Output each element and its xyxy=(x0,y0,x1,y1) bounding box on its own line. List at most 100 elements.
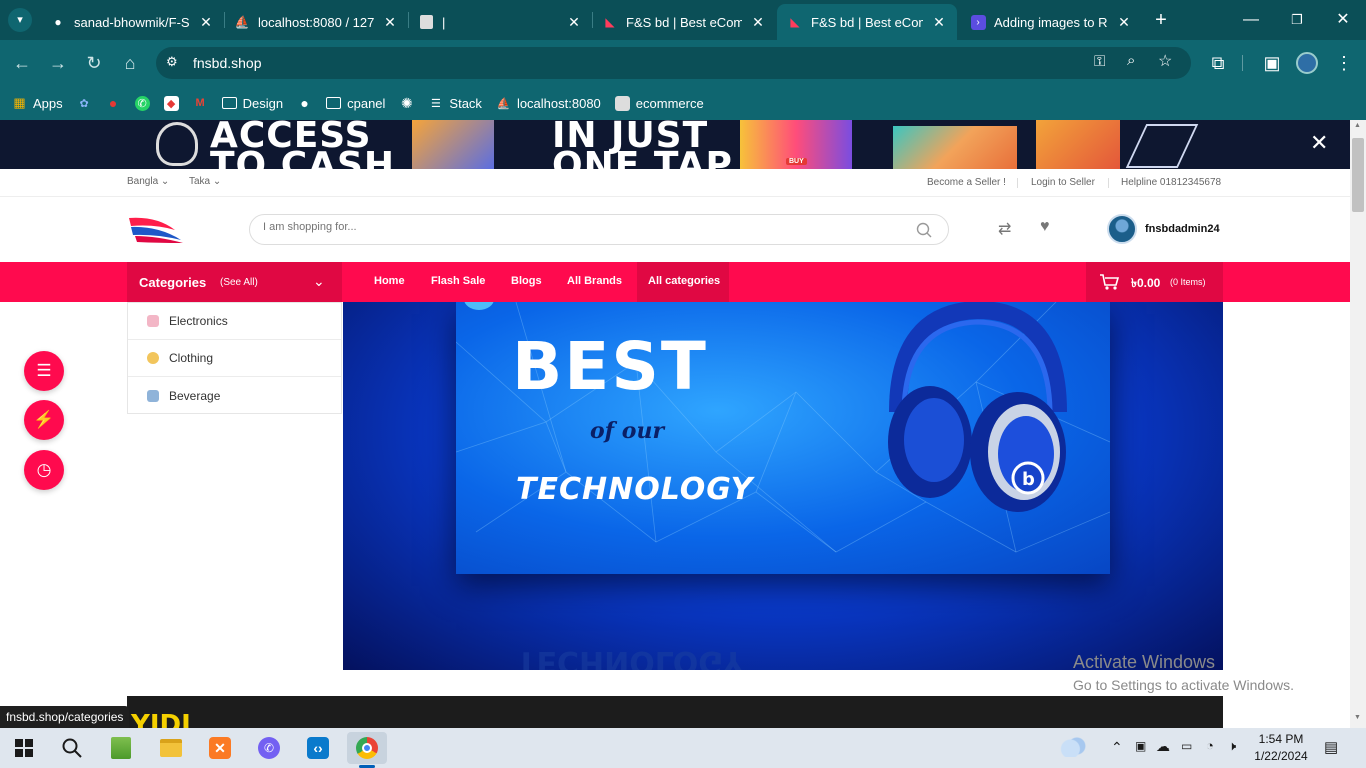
nav-link-flash-sale[interactable]: Flash Sale xyxy=(431,275,485,287)
site-info-icon[interactable]: ⚙ xyxy=(166,54,178,70)
scroll-down-arrow[interactable]: ▼ xyxy=(1354,714,1361,721)
fab-menu-button[interactable]: ☰ xyxy=(24,351,64,391)
new-tab-button[interactable]: + xyxy=(1149,8,1173,32)
cart-button[interactable]: ৳0.00 (0 Items) xyxy=(1086,262,1223,302)
browser-tab-active[interactable]: ◣ F&S bd | Best eComm ✕ xyxy=(777,4,957,40)
minimize-button[interactable]: — xyxy=(1239,8,1263,32)
bookmark-item[interactable]: M xyxy=(193,96,208,111)
nav-link-home[interactable]: Home xyxy=(374,275,405,287)
nav-link-label: All categories xyxy=(648,275,721,287)
fab-flash-button[interactable]: ⚡ xyxy=(24,400,64,440)
zoom-icon[interactable]: ⌕ xyxy=(1127,52,1135,69)
tab-close-icon[interactable]: ✕ xyxy=(750,14,766,31)
address-bar[interactable]: ⚙ fnsbd.shop ⚿ ⌕ ☆ xyxy=(156,47,1191,79)
bookmark-star-icon[interactable]: ☆ xyxy=(1158,51,1172,71)
browser-tab[interactable]: | ✕ xyxy=(408,4,592,40)
bookmark-item[interactable]: ● xyxy=(106,95,121,111)
side-panel-icon[interactable]: ▣ xyxy=(1258,49,1286,77)
home-button[interactable]: ⌂ xyxy=(116,49,144,77)
electronics-icon xyxy=(147,315,159,327)
bookmark-apps[interactable]: ▦ Apps xyxy=(12,95,62,111)
close-window-button[interactable]: ✕ xyxy=(1331,8,1355,32)
scroll-up-arrow[interactable]: ▲ xyxy=(1354,122,1361,129)
notification-center-icon[interactable]: ▤ xyxy=(1324,738,1338,756)
battery-icon[interactable]: ▭ xyxy=(1181,739,1192,753)
github-icon: ● xyxy=(300,95,309,111)
user-avatar[interactable] xyxy=(1107,214,1137,244)
currency-selector[interactable]: Taka ⌄ xyxy=(189,176,221,187)
taskbar-app-vscode[interactable]: ‹› xyxy=(298,732,338,764)
nav-link-blogs[interactable]: Blogs xyxy=(511,275,542,287)
tab-close-icon[interactable]: ✕ xyxy=(566,14,582,31)
tab-search-button[interactable]: ▾ xyxy=(8,8,32,32)
wifi-icon[interactable]: ◔ xyxy=(1206,738,1214,753)
profile-avatar[interactable] xyxy=(1296,52,1318,74)
tab-close-icon[interactable]: ✕ xyxy=(198,14,214,31)
start-button[interactable] xyxy=(4,732,44,764)
weather-cloud-icon[interactable] xyxy=(1060,737,1086,757)
nav-link-all-categories-active[interactable]: All categories xyxy=(637,262,729,302)
tab-close-icon[interactable]: ✕ xyxy=(931,14,947,31)
taskbar-app-xampp[interactable]: ✕ xyxy=(200,732,240,764)
tray-chevron-up-icon[interactable]: ⌃ xyxy=(1111,739,1123,756)
bookmark-item[interactable]: ✆ xyxy=(134,95,150,111)
restore-button[interactable]: ❐ xyxy=(1285,8,1309,32)
search-button[interactable] xyxy=(52,732,92,764)
windows-logo-icon xyxy=(15,739,33,757)
reload-button[interactable]: ↻ xyxy=(80,49,108,77)
wishlist-heart-icon[interactable]: ♥ xyxy=(1040,218,1050,236)
category-item-beverage[interactable]: Beverage xyxy=(128,377,341,414)
site-logo[interactable] xyxy=(127,216,185,244)
hero-banner[interactable]: BEST of our TECHNOLOGY b TECHNOLOGY xyxy=(343,302,1223,670)
browser-tab[interactable]: ⛵ localhost:8080 / 127.0 ✕ xyxy=(224,4,408,40)
categories-dropdown[interactable]: Categories (See All) ⌄ xyxy=(127,262,342,302)
bookmark-item[interactable]: ● xyxy=(297,95,312,111)
login-seller-link[interactable]: Login to Seller xyxy=(1031,177,1095,188)
bookmark-stack[interactable]: ☰ Stack xyxy=(428,96,482,111)
fab-history-button[interactable]: ◷ xyxy=(24,450,64,490)
browser-tab[interactable]: ◣ F&S bd | Best eComm ✕ xyxy=(592,4,776,40)
onedrive-cloud-icon[interactable]: ☁ xyxy=(1156,738,1170,755)
bookmark-item[interactable]: ◆ xyxy=(163,95,179,111)
browser-menu-icon[interactable]: ⋮ xyxy=(1330,49,1358,77)
clothing-icon xyxy=(147,352,159,364)
bookmark-item[interactable]: ✺ xyxy=(399,95,414,111)
browser-tab[interactable]: ● sanad-bhowmik/F-Sb ✕ xyxy=(40,4,224,40)
category-item-clothing[interactable]: Clothing xyxy=(128,340,341,377)
tray-meet-icon[interactable]: ▣ xyxy=(1135,739,1146,753)
category-item-electronics[interactable]: Electronics xyxy=(128,303,341,340)
promo-banner[interactable]: ACCESS TO CASH IN JUST ONE TAP BUY ✕ xyxy=(0,120,1350,169)
clock-icon: ◷ xyxy=(36,460,52,479)
taskbar-clock[interactable]: 1:54 PM 1/22/2024 xyxy=(1248,731,1314,765)
taskbar-app-viber[interactable]: ✆ xyxy=(249,732,289,764)
username-label[interactable]: fnsbdadmin24 xyxy=(1145,223,1220,235)
search-box[interactable] xyxy=(249,214,949,245)
scrollbar-thumb[interactable] xyxy=(1352,138,1364,212)
nav-link-all-brands[interactable]: All Brands xyxy=(567,275,622,287)
close-banner-icon[interactable]: ✕ xyxy=(1310,130,1328,156)
tab-close-icon[interactable]: ✕ xyxy=(1116,14,1132,31)
tab-close-icon[interactable]: ✕ xyxy=(382,14,398,31)
extensions-icon[interactable]: ⧉ xyxy=(1204,49,1232,77)
back-button[interactable]: ← xyxy=(8,49,36,77)
bookmark-ecommerce[interactable]: ecommerce xyxy=(614,95,704,111)
volume-muted-icon[interactable]: 🕨 xyxy=(1228,738,1236,754)
see-all-link[interactable]: (See All) xyxy=(220,277,258,288)
search-input[interactable] xyxy=(263,221,903,233)
notepad-icon xyxy=(111,737,131,759)
forward-button[interactable]: → xyxy=(44,49,72,77)
password-key-icon[interactable]: ⚿ xyxy=(1094,53,1105,70)
taskbar-app-notepad[interactable] xyxy=(101,732,141,764)
language-selector[interactable]: Bangla ⌄ xyxy=(127,176,169,187)
compare-icon[interactable]: ⇄ xyxy=(998,219,1011,239)
taskbar-app-file-explorer[interactable] xyxy=(151,732,191,764)
become-seller-link[interactable]: Become a Seller ! xyxy=(927,177,1006,188)
bookmark-localhost[interactable]: ⛵ localhost:8080 xyxy=(496,96,601,111)
bookmark-folder-design[interactable]: Design xyxy=(221,96,283,111)
browser-tab[interactable]: › Adding images to RE ✕ xyxy=(960,4,1142,40)
taskbar-app-chrome-active[interactable] xyxy=(347,732,387,764)
vscode-icon: ‹› xyxy=(307,737,329,759)
search-icon[interactable] xyxy=(916,222,932,238)
bookmark-folder-cpanel[interactable]: cpanel xyxy=(326,96,385,111)
bookmark-item[interactable]: ✿ xyxy=(77,96,92,111)
